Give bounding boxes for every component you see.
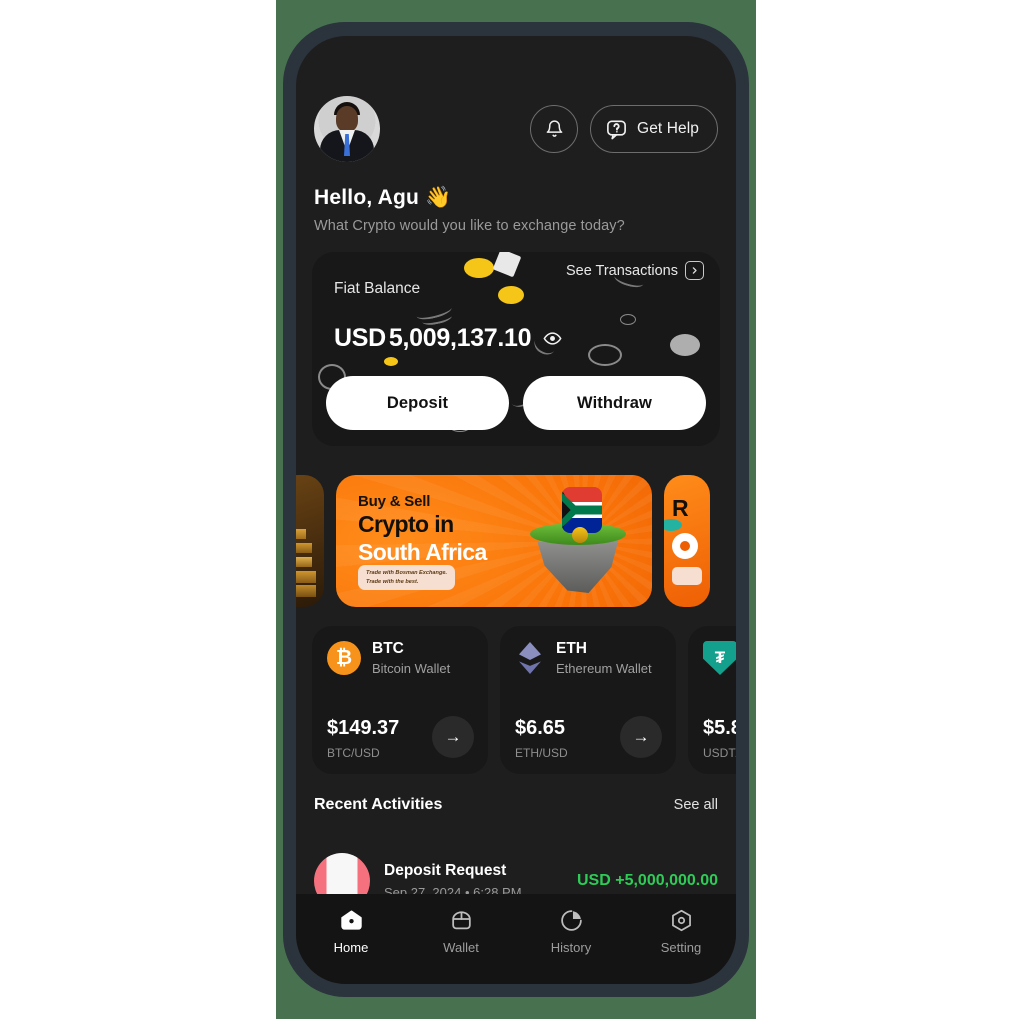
wallet-title-block: BTC Bitcoin Wallet	[372, 640, 450, 676]
wallet-price: $5.8	[703, 717, 736, 739]
banner-tagline-chip: Trade with Bosman Exchange. Trade with t…	[358, 565, 456, 591]
next-banner-teal-decor	[664, 519, 682, 531]
activity-title: Deposit Request	[384, 862, 507, 879]
recent-activities-title: Recent Activities	[314, 796, 443, 813]
greeting-hello: Hello, Agu 👋	[314, 186, 452, 209]
next-banner-pill-decor	[672, 567, 702, 585]
promo-banner-previous[interactable]	[296, 475, 324, 607]
nav-item-wallet[interactable]: Wallet	[406, 908, 516, 955]
balance-actions: Deposit Withdraw	[326, 376, 706, 430]
ring-decor-1	[588, 344, 622, 366]
see-transactions-label: See Transactions	[565, 262, 678, 279]
get-help-button[interactable]: Get Help	[590, 105, 718, 153]
next-banner-text: R	[672, 495, 689, 521]
balance-currency: USD	[334, 324, 386, 352]
nav-item-history[interactable]: History	[516, 908, 626, 955]
wallet-symbol: BTC	[372, 640, 404, 657]
island-coin	[572, 527, 588, 543]
banner-line-1: Buy & Sell	[358, 493, 431, 510]
wallet-title-block: ETH Ethereum Wallet	[556, 640, 652, 676]
nav-label-home: Home	[333, 940, 369, 955]
nav-label-wallet: Wallet	[443, 940, 479, 955]
banner-text-block: Buy & Sell Crypto in South Africa	[358, 493, 487, 566]
user-avatar[interactable]	[314, 96, 380, 162]
question-speech-bubble-icon	[607, 120, 626, 139]
tether-icon: ₮	[703, 641, 736, 675]
recent-activities-header: Recent Activities See all	[314, 796, 718, 814]
wallet-name: Bitcoin Wallet	[372, 661, 451, 676]
ethereum-icon	[515, 641, 545, 675]
home-icon	[340, 910, 362, 930]
south-africa-flag-icon	[562, 487, 602, 533]
coin-decor-2	[498, 286, 524, 304]
bottom-navigation: Home Wallet History Setting	[296, 894, 736, 984]
floating-island-art	[522, 487, 634, 597]
bell-icon	[546, 120, 562, 137]
fiat-balance-label: Fiat Balance	[334, 280, 421, 297]
wallet-name: Ethereum Wallet	[556, 661, 652, 676]
pie-chart-icon	[560, 910, 582, 931]
wallet-card-btc[interactable]: ₿ BTC Bitcoin Wallet $149.37 BTC/USD →	[312, 626, 488, 774]
greeting-block: Hello, Agu 👋 What Crypto would you like …	[314, 186, 718, 234]
wallet-open-arrow-button[interactable]: →	[620, 716, 662, 758]
nav-label-history: History	[550, 940, 592, 955]
see-transactions-link[interactable]: See Transactions	[566, 261, 704, 280]
wallet-card-usdt[interactable]: ₮ USDT Tether Wallet $5.8 USDT/ →	[688, 626, 736, 774]
wallet-pair: BTC/USD	[327, 746, 380, 760]
squiggle-decor-1	[415, 301, 453, 323]
gold-bars-art	[296, 525, 324, 601]
notification-button[interactable]	[530, 105, 579, 153]
app-header: Get Help	[296, 92, 736, 166]
banner-tagline-line-2: Trade with the best.	[366, 578, 419, 585]
promo-banner-south-africa[interactable]: Buy & Sell Crypto in South Africa Trade …	[336, 475, 652, 607]
greeting-subtitle: What Crypto would you like to exchange t…	[314, 218, 625, 234]
wallet-card-eth[interactable]: ETH Ethereum Wallet $6.65 ETH/USD →	[500, 626, 676, 774]
withdraw-button[interactable]: Withdraw	[523, 376, 706, 430]
ring-decor-2	[620, 314, 636, 325]
balance-amount: 5,009,137.10	[388, 324, 532, 352]
banner-tagline-line-1: Trade with Bosman Exchange.	[366, 570, 448, 576]
paper-decor	[492, 252, 522, 278]
fiat-balance-card: Fiat Balance See Transactions USD 5,009,…	[312, 252, 720, 446]
wallet-header: ₿ BTC Bitcoin Wallet	[327, 640, 450, 676]
nav-label-setting: Setting	[660, 940, 702, 955]
coin-decor-1	[464, 258, 494, 278]
bitcoin-icon: ₿	[327, 641, 361, 675]
avatar-head	[336, 106, 358, 132]
coin-decor-4	[670, 334, 700, 356]
nav-item-setting[interactable]: Setting	[626, 908, 736, 955]
wallet-open-arrow-button[interactable]: →	[432, 716, 474, 758]
wallet-header: ETH Ethereum Wallet	[515, 640, 652, 676]
get-help-label: Get Help	[637, 120, 699, 137]
promo-carousel[interactable]: Buy & Sell Crypto in South Africa Trade …	[296, 470, 736, 612]
wallet-header: ₮ USDT Tether Wallet	[703, 640, 736, 676]
nav-item-home[interactable]: Home	[296, 908, 406, 955]
wallet-price: $149.37	[327, 717, 400, 739]
wallet-price: $6.65	[515, 717, 566, 739]
promo-banner-next[interactable]: R	[664, 475, 710, 607]
wallet-symbol: ETH	[556, 640, 587, 657]
coin-decor-3	[384, 357, 398, 366]
see-all-link[interactable]: See all	[674, 797, 718, 813]
chevron-right-icon	[685, 261, 704, 280]
wallet-icon	[451, 911, 471, 930]
gear-hexagon-icon	[671, 909, 691, 932]
activity-value: +5,000,000.00	[615, 872, 718, 889]
balance-amount-row: USD 5,009,137.10	[334, 324, 562, 353]
activity-amount: USD +5,000,000.00	[577, 872, 718, 890]
deposit-button[interactable]: Deposit	[326, 376, 509, 430]
wallet-card-list[interactable]: ₿ BTC Bitcoin Wallet $149.37 BTC/USD → E…	[296, 626, 736, 784]
wallet-pair: ETH/USD	[515, 746, 568, 760]
next-banner-dot-decor	[672, 533, 698, 559]
eye-visibility-icon[interactable]	[543, 329, 562, 348]
banner-line-2: Crypto in	[358, 511, 454, 537]
wallet-pair: USDT/	[703, 746, 736, 760]
banner-line-3: South Africa	[358, 539, 487, 565]
activity-currency: USD	[577, 872, 611, 889]
phone-screen: Get Help Hello, Agu 👋 What Crypto would …	[296, 36, 736, 984]
